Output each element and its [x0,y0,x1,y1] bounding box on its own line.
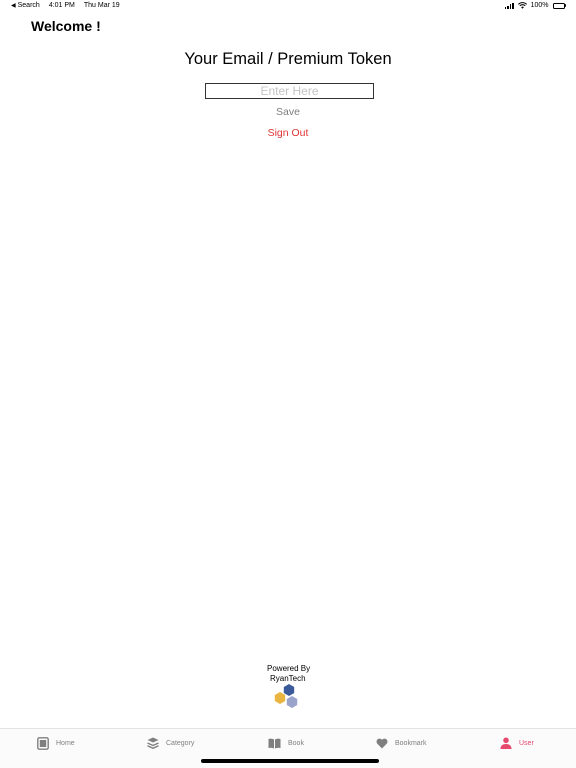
tab-home-label: Home [56,739,75,747]
user-icon [500,737,512,749]
battery-percent: 100% [530,2,549,9]
sign-out-button[interactable]: Sign Out [238,127,338,139]
email-token-input[interactable] [205,83,374,99]
powered-by-text: Powered By RyanTech [267,664,310,684]
open-book-icon [268,738,281,748]
home-indicator[interactable] [201,759,379,763]
layers-icon [147,737,159,749]
ryantech-logo-icon [274,684,298,708]
status-right: 100% [504,2,566,9]
tab-user-label: User [519,739,534,747]
tab-bookmark-label: Bookmark [395,739,427,747]
tab-book-label: Book [288,739,304,747]
tab-category[interactable]: Category [147,735,194,751]
token-section-title: Your Email / Premium Token [184,50,392,68]
cellular-signal-icon [504,2,514,9]
battery-icon [552,2,566,9]
back-arrow-icon[interactable]: ◀ [11,2,16,9]
status-left: ◀ Search 4:01 PM Thu Mar 19 [11,2,120,9]
save-button[interactable]: Save [238,106,338,118]
wifi-icon [517,2,527,9]
status-time: 4:01 PM [48,2,75,9]
tab-bookmark[interactable]: Bookmark [376,735,427,751]
status-bar: ◀ Search 4:01 PM Thu Mar 19 100% [0,0,576,12]
page-title: Welcome ! [31,18,101,34]
powered-by-label: Powered By [267,664,311,673]
tab-home[interactable]: Home [37,735,75,751]
heart-icon [376,738,388,748]
back-to-app-link[interactable]: Search [18,2,40,9]
tab-book[interactable]: Book [268,735,304,751]
tab-category-label: Category [166,739,195,747]
home-icon [37,736,49,750]
status-date: Thu Mar 19 [83,2,120,9]
tab-user[interactable]: User [500,735,534,751]
